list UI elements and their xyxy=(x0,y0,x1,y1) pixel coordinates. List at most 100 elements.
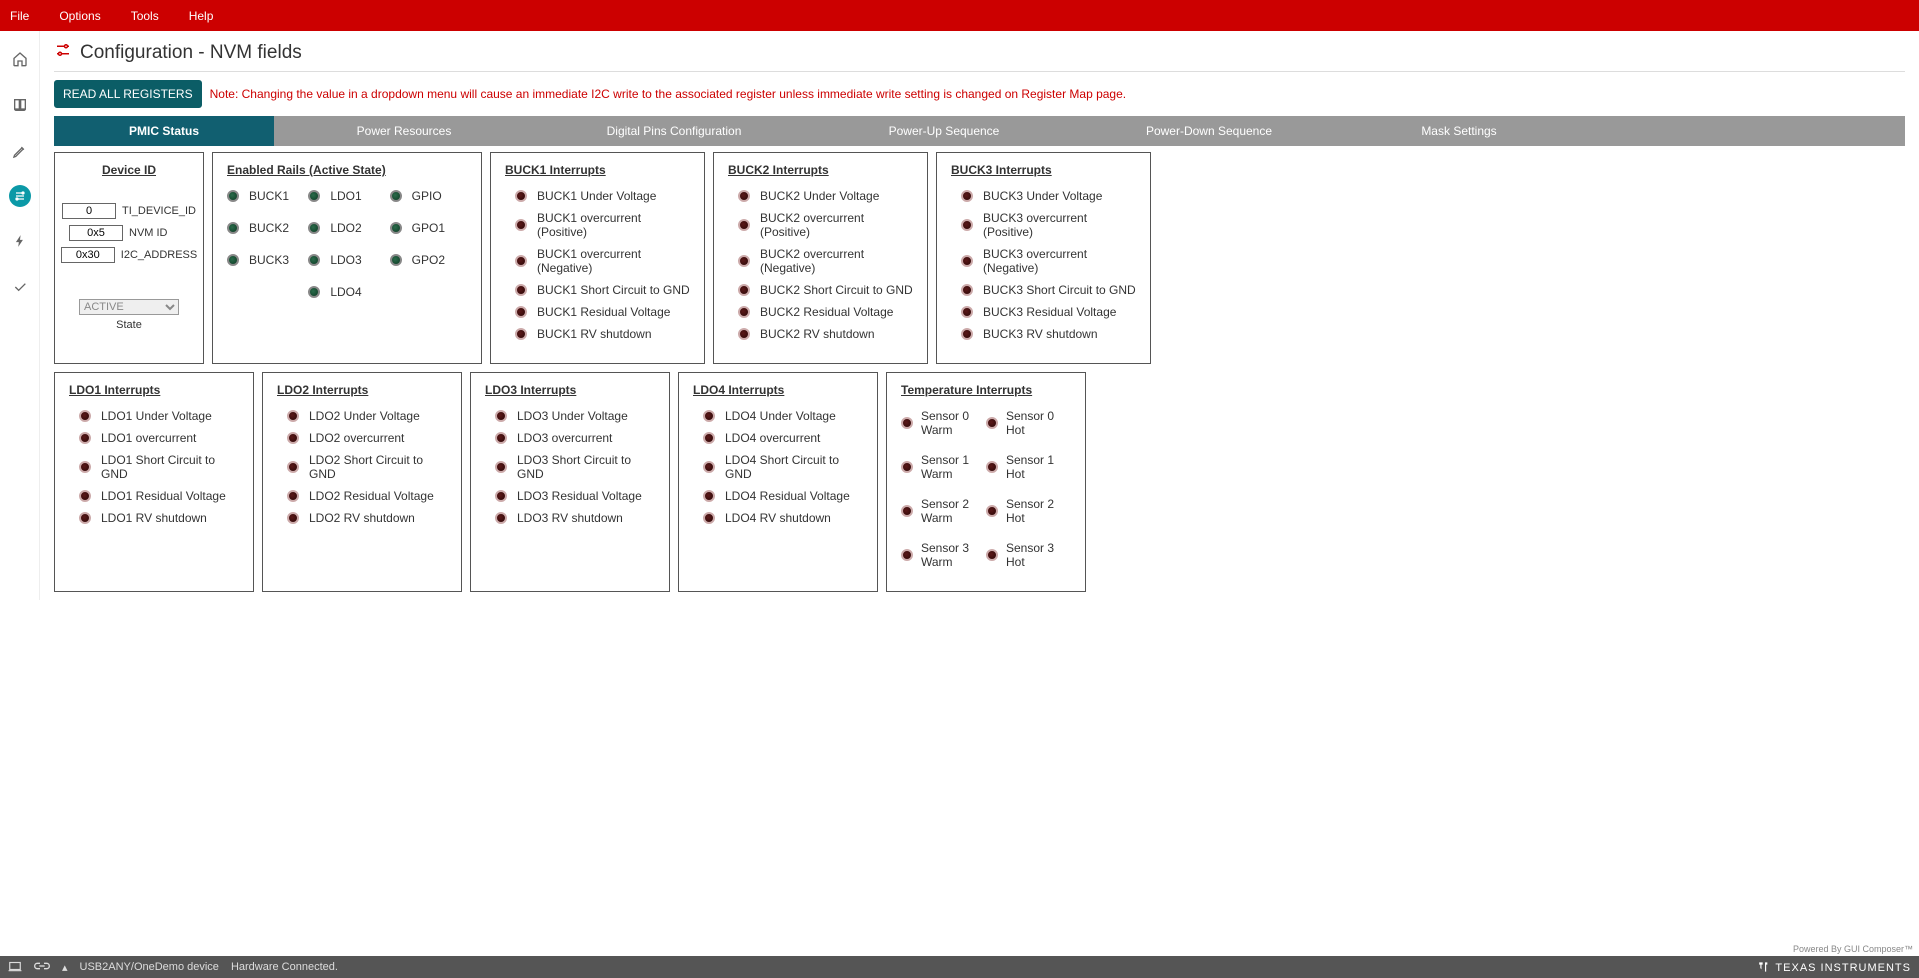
led-label: LDO3 Under Voltage xyxy=(517,409,628,423)
led-indicator-row: LDO1 Short Circuit to GND xyxy=(69,453,239,481)
led-label: LDO3 xyxy=(330,253,361,267)
book-icon[interactable] xyxy=(8,93,32,117)
led-indicator-row: Sensor 2 Warm xyxy=(901,497,986,525)
panel-title: BUCK1 Interrupts xyxy=(505,163,690,177)
led-icon xyxy=(79,512,91,524)
credit-text: Powered By GUI Composer™ xyxy=(1793,944,1913,954)
bolt-icon[interactable] xyxy=(8,229,32,253)
nvm-id-label: NVM ID xyxy=(129,227,189,239)
tab-pmic-status[interactable]: PMIC Status xyxy=(54,116,274,146)
led-label: Sensor 3 Warm xyxy=(921,541,986,569)
led-label: LDO4 overcurrent xyxy=(725,431,820,445)
panel-title: LDO1 Interrupts xyxy=(69,383,239,397)
led-indicator-row: LDO3 xyxy=(308,253,385,267)
panel-buck2-interrupts: BUCK2 Interrupts BUCK2 Under VoltageBUCK… xyxy=(713,152,928,364)
led-icon xyxy=(738,219,750,231)
status-bar: ▴ USB2ANY/OneDemo device Hardware Connec… xyxy=(0,956,1919,978)
tab-bar: PMIC Status Power Resources Digital Pins… xyxy=(54,116,1905,146)
led-label: BUCK2 Under Voltage xyxy=(760,189,879,203)
led-label: BUCK3 Short Circuit to GND xyxy=(983,283,1136,297)
panel-ldo3-interrupts: LDO3 Interrupts LDO3 Under VoltageLDO3 o… xyxy=(470,372,670,592)
led-indicator-row: Sensor 0 Hot xyxy=(986,409,1071,437)
led-icon xyxy=(703,461,715,473)
tab-mask-settings[interactable]: Mask Settings xyxy=(1344,116,1574,146)
led-indicator-row: LDO3 Residual Voltage xyxy=(485,489,655,503)
led-label: LDO4 RV shutdown xyxy=(725,511,831,525)
tab-power-up[interactable]: Power-Up Sequence xyxy=(814,116,1074,146)
caret-up-icon[interactable]: ▴ xyxy=(62,961,68,974)
menu-tools[interactable]: Tools xyxy=(131,9,159,23)
led-label: BUCK1 overcurrent (Negative) xyxy=(537,247,690,275)
left-sidebar xyxy=(0,31,40,600)
led-indicator-row: LDO3 Under Voltage xyxy=(485,409,655,423)
led-indicator-row: BUCK2 overcurrent (Positive) xyxy=(728,211,913,239)
pencil-icon[interactable] xyxy=(8,139,32,163)
tab-digital-pins[interactable]: Digital Pins Configuration xyxy=(534,116,814,146)
i2c-address-label: I2C_ADDRESS xyxy=(121,249,197,261)
led-icon xyxy=(515,306,527,318)
led-label: BUCK3 xyxy=(249,253,289,267)
led-icon xyxy=(495,432,507,444)
read-all-registers-button[interactable]: READ ALL REGISTERS xyxy=(54,80,202,108)
ti-device-id-input[interactable] xyxy=(62,203,116,219)
led-label: LDO1 Under Voltage xyxy=(101,409,212,423)
led-icon xyxy=(703,432,715,444)
nvm-id-input[interactable] xyxy=(69,225,123,241)
panel-title: LDO2 Interrupts xyxy=(277,383,447,397)
led-label: BUCK2 RV shutdown xyxy=(760,327,875,341)
check-icon[interactable] xyxy=(8,275,32,299)
led-icon xyxy=(287,512,299,524)
i2c-address-input[interactable] xyxy=(61,247,115,263)
led-indicator-row: BUCK3 xyxy=(227,253,304,267)
led-label: Sensor 1 Hot xyxy=(1006,453,1071,481)
led-icon xyxy=(79,410,91,422)
state-select[interactable]: ACTIVE xyxy=(79,299,179,315)
led-icon xyxy=(227,222,239,234)
link-icon[interactable] xyxy=(34,960,50,975)
led-icon xyxy=(515,255,527,267)
led-label: GPO2 xyxy=(412,253,445,267)
led-icon xyxy=(79,432,91,444)
sliders-icon xyxy=(54,41,72,65)
led-indicator-row: LDO4 RV shutdown xyxy=(693,511,863,525)
led-indicator-row: BUCK1 xyxy=(227,189,304,203)
led-icon xyxy=(515,284,527,296)
panel-buck3-interrupts: BUCK3 Interrupts BUCK3 Under VoltageBUCK… xyxy=(936,152,1151,364)
led-indicator-row: GPO2 xyxy=(390,253,467,267)
led-icon xyxy=(227,254,239,266)
led-icon xyxy=(961,219,973,231)
menu-file[interactable]: File xyxy=(10,9,29,23)
top-menu: File Options Tools Help xyxy=(0,0,1919,31)
led-indicator-row: BUCK3 Under Voltage xyxy=(951,189,1136,203)
led-label: BUCK1 RV shutdown xyxy=(537,327,652,341)
led-icon xyxy=(961,306,973,318)
led-indicator-row: LDO2 Under Voltage xyxy=(277,409,447,423)
led-label: BUCK1 Residual Voltage xyxy=(537,305,670,319)
menu-options[interactable]: Options xyxy=(59,9,100,23)
led-icon xyxy=(515,219,527,231)
led-label: BUCK3 Residual Voltage xyxy=(983,305,1116,319)
tab-power-down[interactable]: Power-Down Sequence xyxy=(1074,116,1344,146)
led-icon xyxy=(961,328,973,340)
config-icon[interactable] xyxy=(9,185,31,207)
led-icon xyxy=(738,306,750,318)
led-indicator-row: LDO4 Residual Voltage xyxy=(693,489,863,503)
home-icon[interactable] xyxy=(8,47,32,71)
led-icon xyxy=(308,286,320,298)
led-icon xyxy=(986,461,998,473)
led-label: Sensor 1 Warm xyxy=(921,453,986,481)
panel-title: Temperature Interrupts xyxy=(901,383,1071,397)
panel-title: Device ID xyxy=(69,163,189,177)
notebook-icon[interactable] xyxy=(8,960,22,975)
led-icon xyxy=(390,190,402,202)
led-icon xyxy=(703,512,715,524)
led-label: LDO3 Short Circuit to GND xyxy=(517,453,655,481)
menu-help[interactable]: Help xyxy=(189,9,214,23)
led-label: LDO2 RV shutdown xyxy=(309,511,415,525)
tab-power-resources[interactable]: Power Resources xyxy=(274,116,534,146)
led-indicator-row: BUCK2 RV shutdown xyxy=(728,327,913,341)
led-icon xyxy=(287,432,299,444)
note-text: Note: Changing the value in a dropdown m… xyxy=(210,87,1127,101)
led-label: BUCK2 xyxy=(249,221,289,235)
led-label: LDO4 xyxy=(330,285,361,299)
